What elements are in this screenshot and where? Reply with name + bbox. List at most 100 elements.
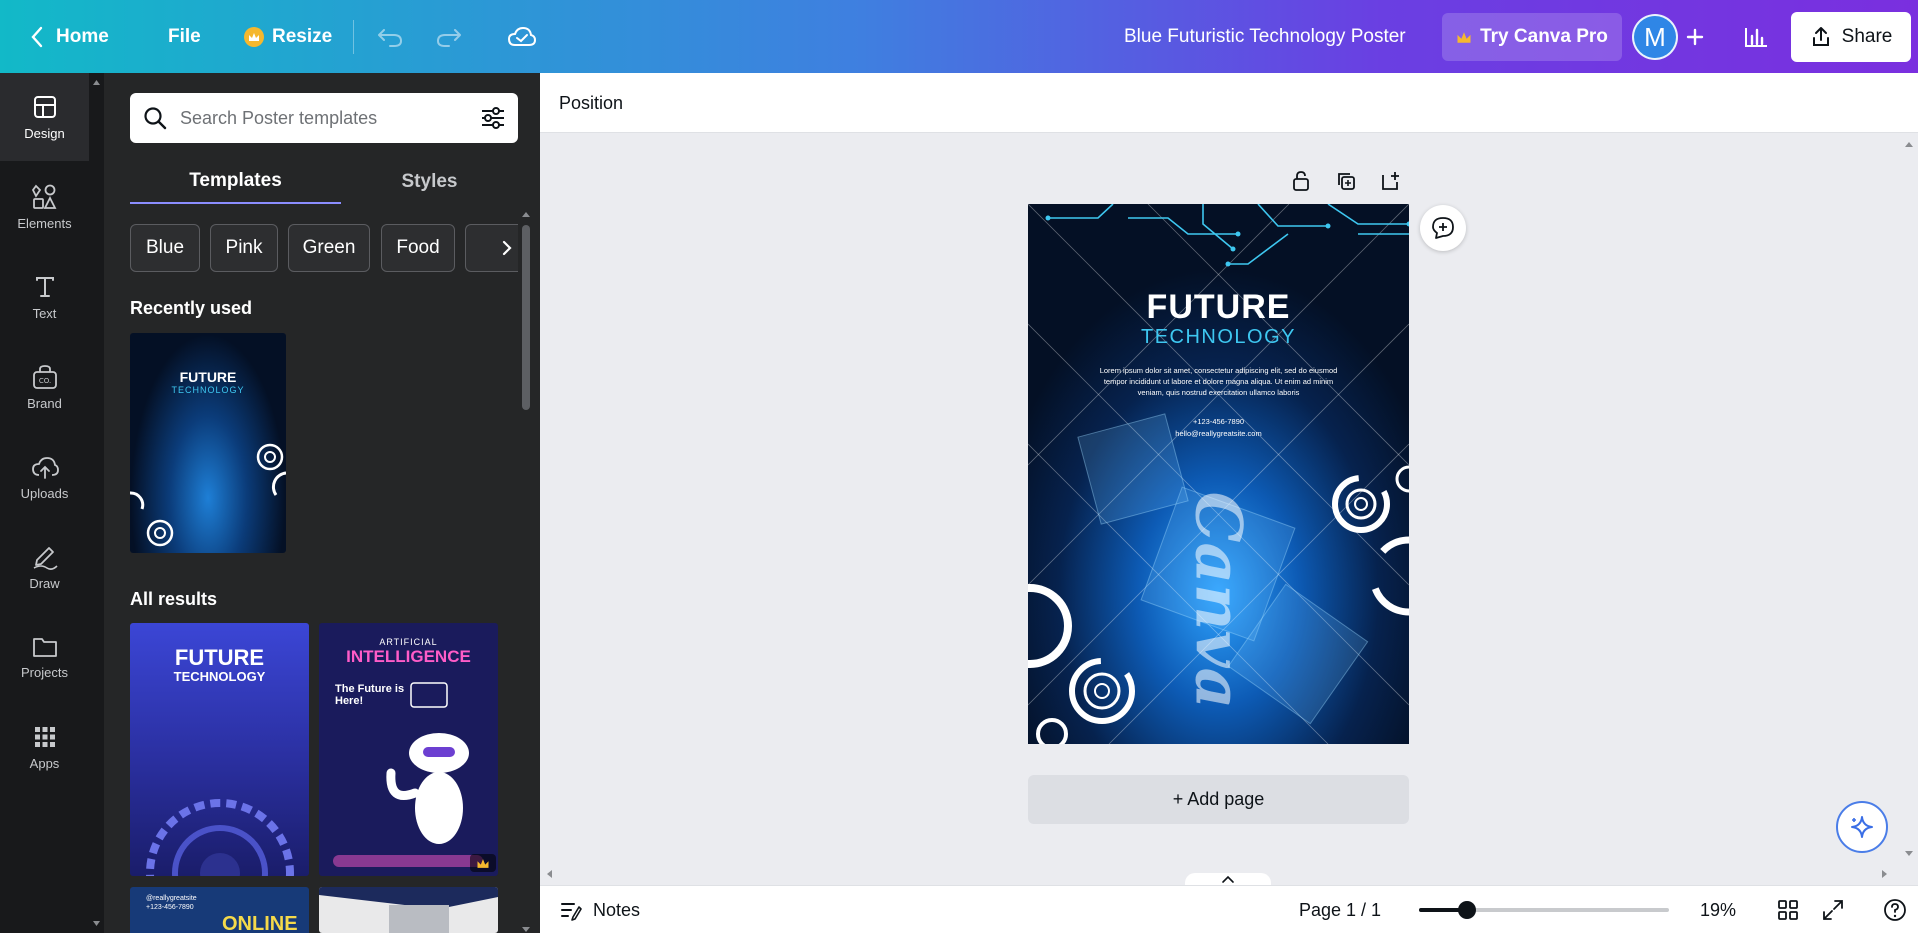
filter-chip-pink[interactable]: Pink — [210, 224, 278, 272]
all-results-heading: All results — [130, 589, 218, 609]
thumb-headline: ONLINE — [222, 913, 298, 933]
rail-item-label: Uploads — [20, 485, 69, 501]
scrollbar-graphic — [522, 212, 530, 932]
pen-icon — [33, 546, 58, 570]
try-canva-pro-button[interactable]: Try Canva Pro — [1442, 13, 1622, 61]
notes-icon — [561, 903, 582, 921]
canvas-vertical-scrollbar[interactable] — [1903, 138, 1915, 878]
tab-styles[interactable]: Styles — [341, 160, 518, 204]
try-pro-label: Try Canva Pro — [1480, 26, 1608, 47]
avatar[interactable]: M — [1632, 14, 1678, 60]
search-templates-field[interactable]: Search Poster templates — [130, 93, 518, 143]
undo-button[interactable] — [376, 0, 404, 73]
zoom-slider-thumb[interactable] — [1458, 901, 1476, 919]
invite-button[interactable] — [1684, 0, 1706, 73]
rail-item-projects[interactable]: Projects — [0, 613, 89, 701]
rail-item-text[interactable]: Text — [0, 253, 89, 341]
poster-phone[interactable]: +123-456-7890 — [1028, 417, 1409, 426]
rail-item-label: Apps — [29, 755, 60, 771]
duplicate-page-icon[interactable] — [1334, 169, 1358, 193]
scroll-arrows-icon — [93, 80, 100, 926]
cloud-check-icon — [507, 26, 537, 46]
page-indicator-button[interactable]: Page 1 / 1 — [1299, 886, 1381, 933]
filter-chip-blue[interactable]: Blue — [130, 224, 200, 272]
thumb-line2: +123-456-7890 — [146, 904, 194, 911]
template-thumbnail[interactable]: ARTIFICIAL INTELLIGENCE The Future is He… — [319, 623, 498, 876]
file-menu-button[interactable]: File — [168, 0, 201, 73]
top-bar: Home File Resize Blue Futuristic Technol… — [0, 0, 1918, 73]
resize-label: Resize — [272, 25, 333, 47]
help-icon — [1884, 899, 1906, 921]
rail-item-design[interactable]: Design — [0, 73, 89, 161]
rail-item-uploads[interactable]: Uploads — [0, 433, 89, 521]
home-button[interactable]: Home — [30, 0, 109, 73]
poster-page[interactable]: FUTURE TECHNOLOGY Lorem ipsum dolor sit … — [1028, 204, 1409, 744]
poster-title[interactable]: FUTURE — [1028, 288, 1409, 327]
tech-rings-graphic — [130, 443, 286, 547]
panel-left-scrollbar[interactable] — [89, 73, 104, 933]
rail-item-draw[interactable]: Draw — [0, 523, 89, 611]
layout-icon — [33, 95, 56, 118]
grid-view-button[interactable] — [1776, 886, 1800, 933]
recent-template-thumbnail[interactable]: FUTURE TECHNOLOGY — [130, 333, 286, 553]
document-title[interactable]: Blue Futuristic Technology Poster — [1124, 0, 1406, 73]
resize-button[interactable]: Resize — [244, 0, 332, 73]
rail-item-elements[interactable]: Elements — [0, 163, 89, 251]
thumb-line1: @reallygreatsite — [146, 895, 197, 902]
comment-plus-icon — [1432, 217, 1454, 239]
add-page-button[interactable]: + Add page — [1028, 775, 1409, 824]
recently-used-heading: Recently used — [130, 298, 253, 318]
text-icon — [35, 276, 54, 297]
template-thumbnail[interactable] — [319, 887, 498, 933]
add-comment-button[interactable] — [1420, 205, 1466, 251]
template-thumbnail[interactable]: @reallygreatsite +123-456-7890 ONLINE — [130, 887, 309, 933]
svg-text:CO.: CO. — [38, 377, 50, 385]
redo-button[interactable] — [435, 0, 463, 73]
brand-icon: CO. — [32, 364, 57, 389]
bottom-bar: Notes Page 1 / 1 19% — [540, 885, 1918, 933]
search-input[interactable]: Search Poster templates — [180, 108, 377, 129]
tab-templates[interactable]: Templates — [130, 160, 341, 204]
filter-icon[interactable] — [480, 106, 506, 130]
cloud-upload-icon — [31, 456, 59, 479]
poster-body-text[interactable]: Lorem ipsum dolor sit amet, consectetur … — [1090, 365, 1347, 398]
redo-icon — [437, 28, 461, 47]
share-icon — [1812, 27, 1829, 46]
left-rail: Design Elements Text CO. Brand Uploads D… — [0, 73, 89, 933]
fullscreen-button[interactable] — [1821, 886, 1845, 933]
zoom-slider[interactable] — [1419, 886, 1669, 933]
poster-email[interactable]: hello@reallygreatsite.com — [1028, 429, 1409, 438]
rail-item-apps[interactable]: Apps — [0, 703, 89, 791]
photo-graphic — [319, 887, 498, 933]
add-page-icon[interactable] — [1379, 169, 1403, 193]
rail-item-label: Projects — [21, 664, 68, 680]
plus-icon — [1686, 28, 1704, 45]
canva-watermark: Canva — [1180, 491, 1256, 710]
share-button[interactable]: Share — [1791, 12, 1911, 62]
filter-chip-green[interactable]: Green — [288, 224, 370, 272]
insights-button[interactable] — [1742, 0, 1770, 73]
gear-graphic — [146, 799, 294, 876]
rail-item-brand[interactable]: CO. Brand — [0, 343, 89, 431]
poster-subtitle[interactable]: TECHNOLOGY — [1028, 326, 1409, 349]
template-thumbnail[interactable]: FUTURE TECHNOLOGY — [130, 623, 309, 876]
zoom-slider-track — [1419, 901, 1669, 919]
chips-scroll-button[interactable] — [465, 224, 518, 272]
search-icon — [144, 107, 167, 130]
fullscreen-icon — [1823, 900, 1843, 920]
filter-chip-food[interactable]: Food — [381, 224, 455, 272]
help-button[interactable] — [1882, 886, 1908, 933]
panel-scrollbar[interactable] — [519, 205, 533, 933]
folder-icon — [32, 637, 57, 657]
rail-item-label: Elements — [17, 215, 72, 231]
save-status-button[interactable] — [507, 0, 537, 73]
rail-item-label: Design — [24, 125, 65, 141]
magic-assistant-button[interactable] — [1836, 801, 1888, 853]
grid-view-icon — [1778, 900, 1798, 920]
rail-item-label: Text — [32, 305, 57, 321]
chevron-left-icon — [31, 26, 43, 47]
position-button[interactable]: Position — [559, 73, 623, 133]
zoom-level-button[interactable]: 19% — [1700, 886, 1736, 933]
notes-button[interactable]: Notes — [559, 886, 640, 933]
lock-icon[interactable] — [1289, 169, 1313, 193]
